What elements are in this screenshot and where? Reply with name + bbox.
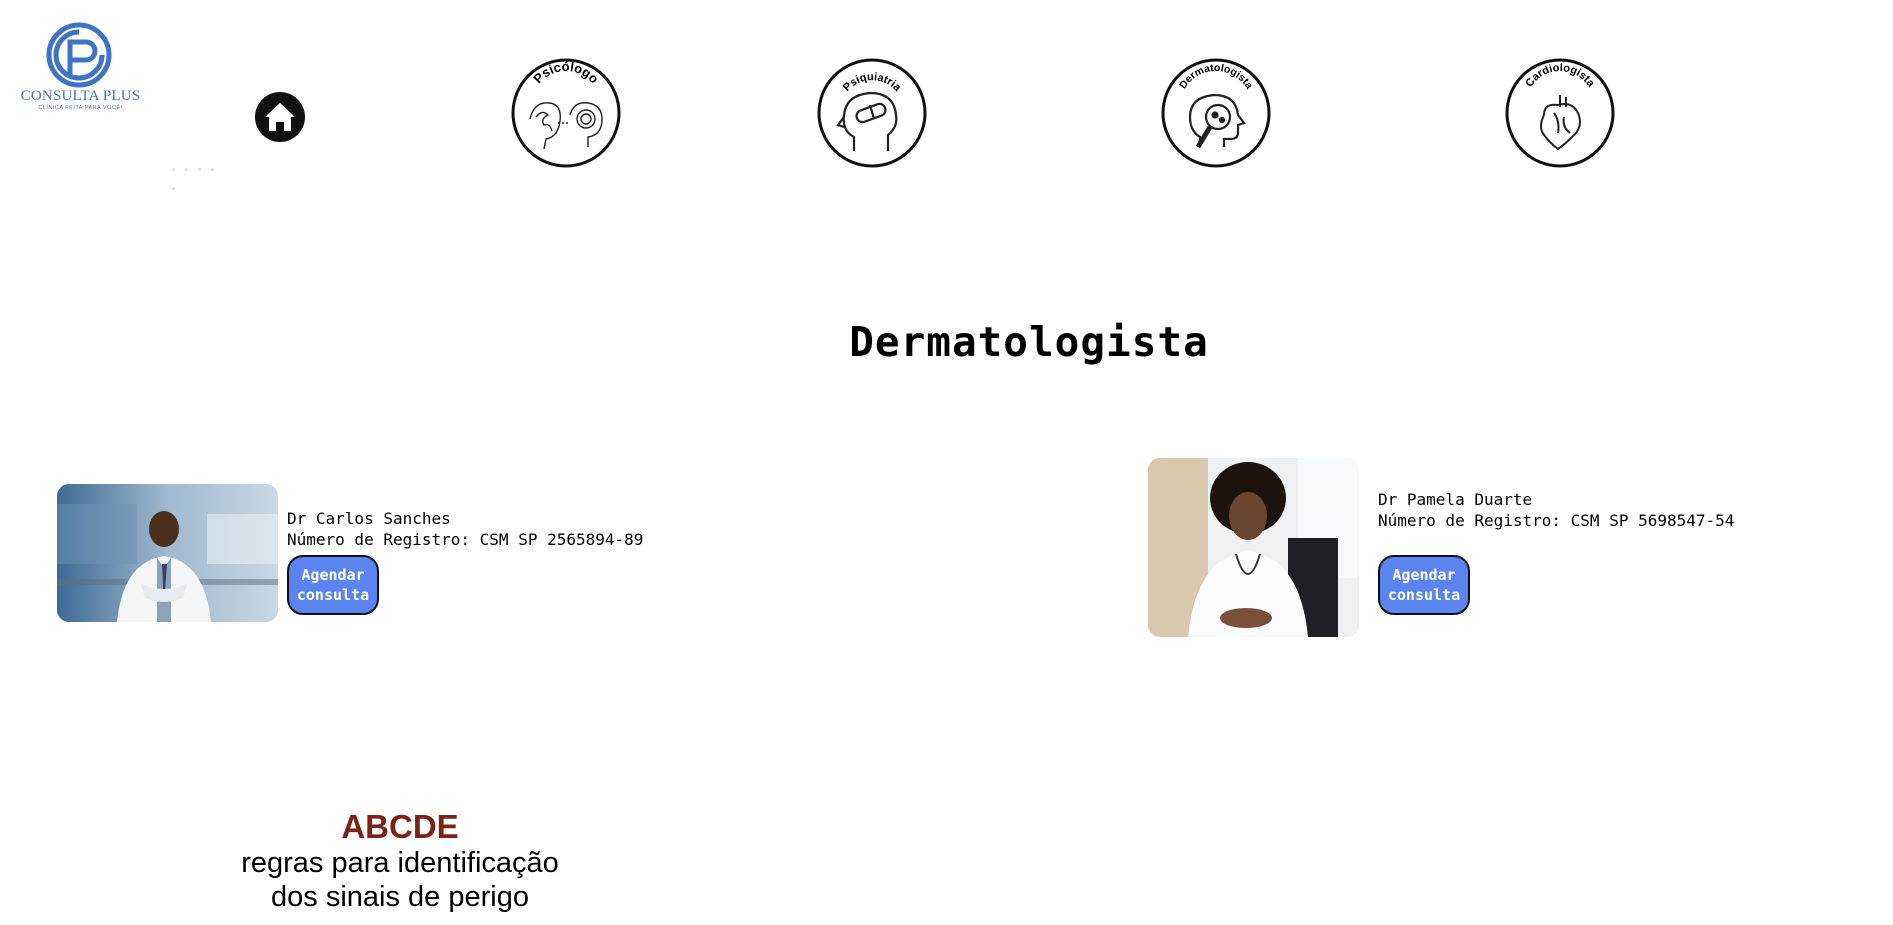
doctor-name: Dr Carlos Sanches <box>287 509 451 528</box>
abcde-line1: regras para identificação <box>241 847 559 879</box>
book-appointment-button[interactable]: Agendar consulta <box>1378 555 1470 615</box>
doctor-info: Dr Pamela Duarte Número de Registro: CSM… <box>1378 489 1734 531</box>
button-label-line2: consulta <box>296 586 370 604</box>
dot[interactable] <box>198 168 201 171</box>
doctor-registration: Número de Registro: CSM SP 5698547-54 <box>1378 511 1735 530</box>
carousel-dots <box>172 156 232 190</box>
button-label-line2: consulta <box>1387 586 1461 604</box>
button-label-line1: Agendar <box>1392 566 1456 584</box>
nav-psicologo[interactable]: Psicólogo <box>510 57 622 169</box>
nav-psiquiatria[interactable]: Psiquiatria <box>816 57 928 169</box>
doctor-registration: Número de Registro: CSM SP 2565894-89 <box>287 530 644 549</box>
abcde-line2: dos sinais de perigo <box>271 881 529 913</box>
abcde-banner: ABCDE regras para identificação dos sina… <box>190 808 610 914</box>
doctor-info: Dr Carlos Sanches Número de Registro: CS… <box>287 508 643 550</box>
brand-logo[interactable]: CONSULTA PLUS CLÍNICA FEITA PARA VOCÊ! <box>18 22 143 114</box>
doctor-name: Dr Pamela Duarte <box>1378 490 1533 509</box>
abcde-title: ABCDE <box>341 808 459 845</box>
nav-dermatologista[interactable]: Dermatologista <box>1160 57 1272 169</box>
home-button[interactable] <box>255 92 305 142</box>
page-title: Dermatologista <box>849 318 1209 366</box>
book-appointment-button[interactable]: Agendar consulta <box>287 555 379 615</box>
home-icon <box>265 103 295 131</box>
brand-tagline: CLÍNICA FEITA PARA VOCÊ! <box>38 105 123 111</box>
nav-cardiologista[interactable]: Cardiologista <box>1504 57 1616 169</box>
brand-name: CONSULTA PLUS <box>20 88 141 104</box>
dot[interactable] <box>185 168 188 171</box>
dot[interactable] <box>211 168 214 171</box>
doctor-photo <box>57 484 278 622</box>
doctor-photo <box>1148 458 1359 637</box>
button-label-line1: Agendar <box>301 566 365 584</box>
logo-mark-icon <box>46 22 112 88</box>
dot[interactable] <box>172 187 175 190</box>
dot[interactable] <box>172 168 175 171</box>
